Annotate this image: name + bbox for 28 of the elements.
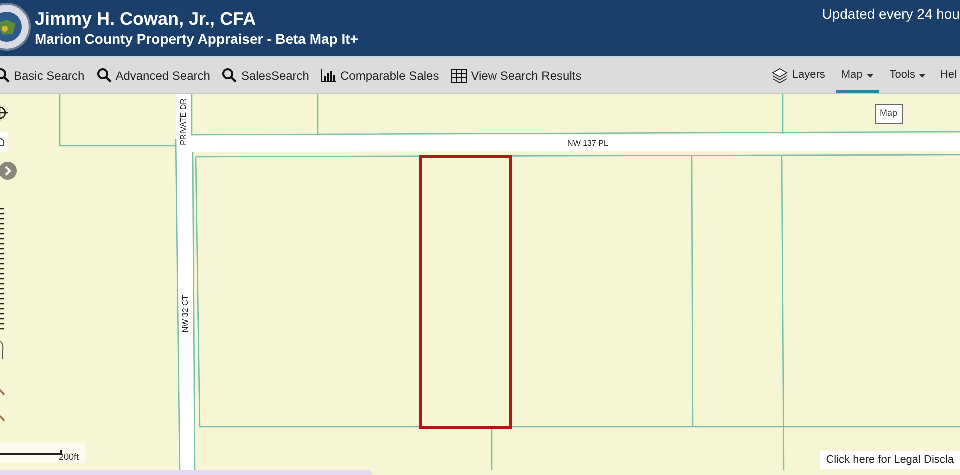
search-icon: [96, 68, 112, 83]
header-title: Jimmy H. Cowan, Jr., CFA: [35, 8, 258, 30]
layers-icon: [772, 68, 788, 84]
toolbar-button[interactable]: Advanced Search: [96, 66, 212, 84]
header-subtitle: Marion County Property Appraiser - Beta Map It+: [35, 30, 358, 48]
update-note: Updated every 24 hou: [822, 5, 960, 24]
road-label: NW 32 CT: [181, 295, 190, 333]
toolbar-button[interactable]: Layers: [769, 58, 828, 93]
scale-label: 200ft: [58, 451, 79, 463]
road-label: NW 137 PL: [568, 139, 608, 148]
road-label: PRIVATE DR: [179, 98, 188, 146]
search-icon: [222, 68, 238, 83]
map-tooltip: Map: [875, 104, 903, 124]
chevron-button-icon[interactable]: [0, 162, 17, 180]
disclaimer-link[interactable]: Click here for Legal Discla: [820, 451, 960, 469]
pencil-icon[interactable]: [0, 414, 6, 422]
toolbar-button[interactable]: Comparable Sales: [320, 66, 440, 84]
table-icon: [451, 68, 468, 82]
toolbar-button[interactable]: View Search Results: [450, 66, 583, 84]
tick-marks-icon[interactable]: [0, 208, 5, 330]
menu-dropdown[interactable]: Tools: [886, 58, 930, 93]
toolbar-button[interactable]: SalesSearch: [221, 66, 310, 84]
pencil-icon[interactable]: [0, 388, 6, 396]
ruler-icon[interactable]: [0, 340, 4, 360]
scale-line: [0, 450, 62, 455]
bar-chart-icon: [321, 68, 336, 82]
toolbar-button[interactable]: Hel: [937, 58, 960, 93]
toolbar-button[interactable]: Basic Search: [0, 66, 86, 84]
